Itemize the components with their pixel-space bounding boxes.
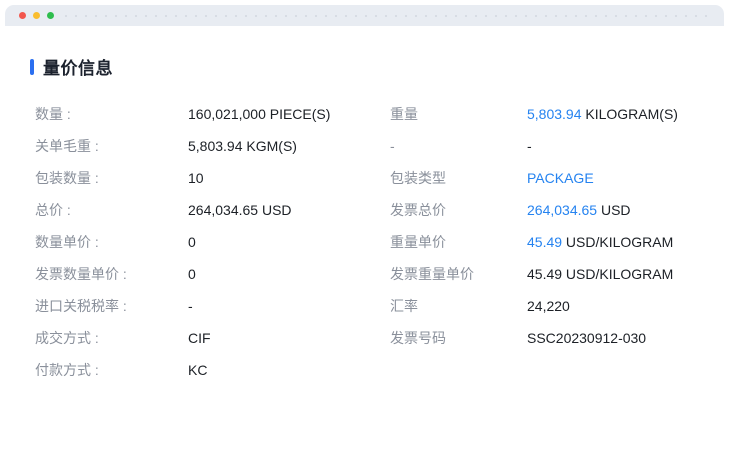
field-label: 进口关税税率 : <box>35 298 127 314</box>
traffic-lights <box>19 12 54 19</box>
field-label: 重量单价 <box>390 234 446 250</box>
field-value: 264,034.65 USD <box>188 202 390 218</box>
field-label: 汇率 <box>390 298 418 314</box>
field-label: 包装数量 : <box>35 170 99 186</box>
field-label: 发票重量单价 <box>390 266 474 282</box>
field-value: 45.49 USD/KILOGRAM <box>527 234 710 250</box>
field-label: 总价 : <box>35 202 71 218</box>
section-accent-bar <box>30 58 34 75</box>
field-value: CIF <box>188 330 390 346</box>
field-label: 成交方式 : <box>35 330 99 346</box>
highlighted-value-link[interactable]: 45.49 <box>527 234 562 250</box>
value-text: 5,803.94 KGM(S) <box>188 138 297 154</box>
value-text: - <box>527 138 532 154</box>
value-text: USD/KILOGRAM <box>562 234 674 250</box>
field-value: 5,803.94 KILOGRAM(S) <box>527 106 710 122</box>
titlebar-dotted-divider <box>65 14 710 17</box>
value-text: - <box>188 298 193 314</box>
value-text: USD <box>597 202 631 218</box>
field-value: 45.49 USD/KILOGRAM <box>527 266 710 282</box>
value-text: KILOGRAM(S) <box>581 106 678 122</box>
field-value: - <box>527 138 710 154</box>
minimize-window-icon[interactable] <box>33 12 40 19</box>
value-text: CIF <box>188 330 211 346</box>
field-label: 重量 <box>390 106 418 122</box>
field-value: SSC20230912-030 <box>527 330 710 346</box>
field-label: 数量单价 : <box>35 234 99 250</box>
field-value: 264,034.65 USD <box>527 202 710 218</box>
browser-window: 量价信息 数量 : 160,021,000 PIECE(S) 重量 5,803.94 … <box>0 5 730 460</box>
field-value: 160,021,000 PIECE(S) <box>188 106 390 122</box>
window-titlebar <box>5 5 724 26</box>
field-label: 发票总价 <box>390 202 446 218</box>
field-value: PACKAGE <box>527 170 710 186</box>
highlighted-value-link[interactable]: 5,803.94 <box>527 106 582 122</box>
value-text: 160,021,000 PIECE(S) <box>188 106 331 122</box>
value-text: 45.49 USD/KILOGRAM <box>527 266 674 282</box>
value-text: SSC20230912-030 <box>527 330 647 346</box>
value-text: 0 <box>188 234 196 250</box>
value-text: KC <box>188 362 208 378</box>
field-value: 5,803.94 KGM(S) <box>188 138 390 154</box>
value-text: 10 <box>188 170 204 186</box>
highlighted-value-link[interactable]: PACKAGE <box>527 170 594 186</box>
field-label: 付款方式 : <box>35 362 99 378</box>
section-header: 量价信息 <box>30 54 730 79</box>
field-label: 发票数量单价 : <box>35 266 127 282</box>
field-value: KC <box>188 362 390 378</box>
field-label: - <box>390 138 395 154</box>
close-window-icon[interactable] <box>19 12 26 19</box>
quantity-price-section: 量价信息 数量 : 160,021,000 PIECE(S) 重量 5,803.94 … <box>0 54 730 386</box>
value-text: 0 <box>188 266 196 282</box>
value-text: 24,220 <box>527 298 570 314</box>
highlighted-value-link[interactable]: 264,034.65 <box>527 202 597 218</box>
field-label: 关单毛重 : <box>35 138 99 154</box>
field-value: 10 <box>188 170 390 186</box>
maximize-window-icon[interactable] <box>47 12 54 19</box>
field-label: 发票号码 <box>390 330 446 346</box>
field-value: 0 <box>188 266 390 282</box>
field-value: - <box>188 298 390 314</box>
section-title: 量价信息 <box>43 59 113 78</box>
value-text: 264,034.65 USD <box>188 202 292 218</box>
field-value: 0 <box>188 234 390 250</box>
field-value: 24,220 <box>527 298 710 314</box>
field-label: 数量 : <box>35 106 71 122</box>
field-label: 包装类型 <box>390 170 446 186</box>
info-grid: 数量 : 160,021,000 PIECE(S) 重量 5,803.94 KILOG… <box>35 98 710 386</box>
